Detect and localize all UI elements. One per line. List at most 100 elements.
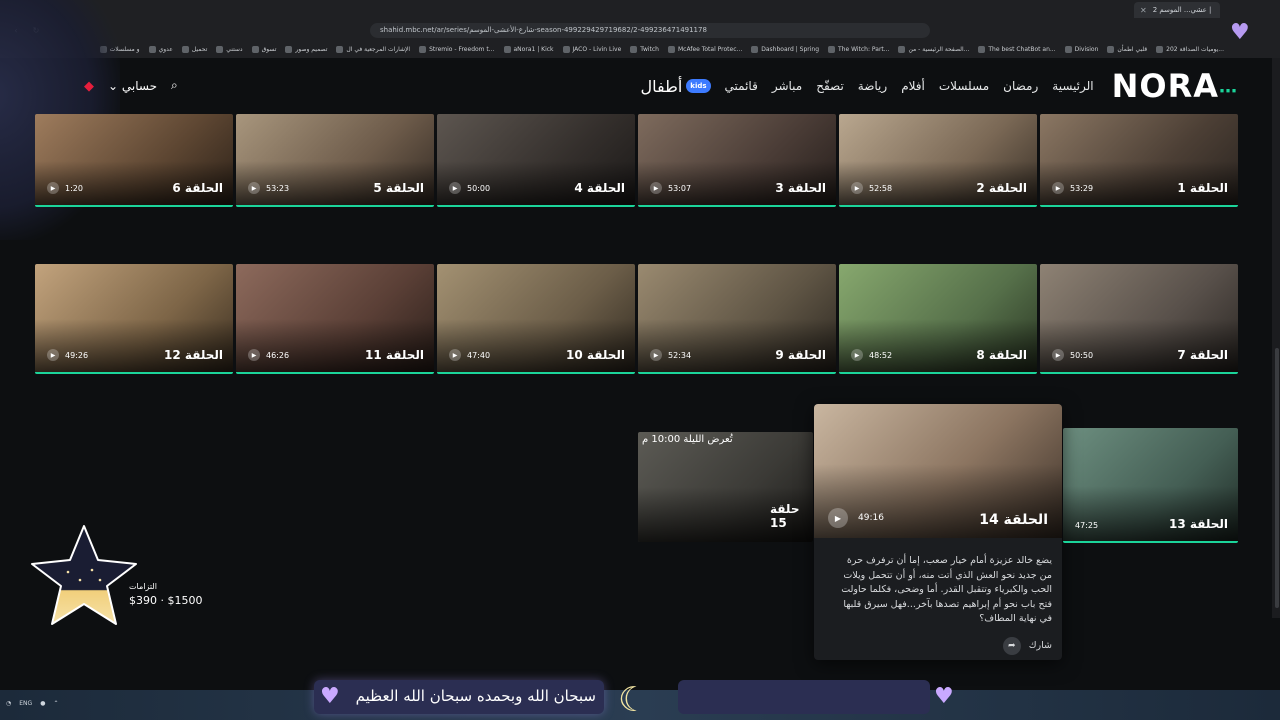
episode-duration: 47:25	[1075, 521, 1099, 530]
browser-tab[interactable]: ✕ عشي... الموسم 2 |	[1134, 2, 1220, 18]
episode-title: الحلقة 10	[566, 348, 625, 362]
address-bar[interactable]: shahid.mbc.net/ar/series/شارع-الأعشى-الم…	[370, 22, 930, 38]
bookmark-item[interactable]: الإشارات المرجعية في ال	[336, 45, 410, 53]
scrollbar-thumb[interactable]	[1275, 348, 1279, 608]
nav-item[interactable]: تصفّح	[816, 79, 844, 93]
star-widget	[28, 522, 140, 630]
play-icon[interactable]: ▶	[47, 182, 59, 194]
episode-thumbnail[interactable]: الحلقة 14 ▶ 49:16	[814, 404, 1062, 538]
play-icon[interactable]: ▶	[449, 349, 461, 361]
episode-card-15[interactable]: تُعرض الليلة 10:00 م حلقة 15	[638, 432, 813, 542]
episode-card[interactable]: الحلقة 6 ▶ 1:20	[35, 114, 233, 207]
bookmark-item[interactable]: Dashboard | Spring	[751, 45, 819, 53]
progress-bar	[1063, 541, 1238, 543]
episode-card[interactable]: الحلقة 12 ▶ 49:26	[35, 264, 233, 374]
episode-title: الحلقة 5	[373, 181, 424, 195]
episode-duration: ▶ 48:52	[851, 349, 892, 361]
episode-card[interactable]: الحلقة 4 ▶ 50:00	[437, 114, 635, 207]
episode-hover-card[interactable]: الحلقة 14 ▶ 49:16 يضع خالد عزيزة أمام خي…	[814, 404, 1062, 660]
play-icon[interactable]: ▶	[650, 349, 662, 361]
nav-item[interactable]: مسلسلات	[939, 79, 989, 93]
episode-card[interactable]: الحلقة 7 ▶ 50:50	[1040, 264, 1238, 374]
bookmark-item[interactable]: تصميم وصور	[285, 45, 327, 53]
share-icon: ➦	[1002, 636, 1021, 655]
play-icon[interactable]: ▶	[449, 182, 461, 194]
bookmark-item[interactable]: تحميل	[181, 45, 207, 53]
main-nav: الرئيسية رمضان مسلسلات أفلام رياضة تصفّح مباشر…	[725, 79, 1094, 93]
episode-card[interactable]: الحلقة 8 ▶ 48:52	[839, 264, 1037, 374]
bookmark-icon	[148, 45, 156, 53]
episode-description: يضع خالد عزيزة أمام خيار صعب، إما أن ترف…	[841, 555, 1052, 624]
play-icon[interactable]: ▶	[1052, 182, 1064, 194]
episode-duration: ▶ 53:07	[650, 182, 691, 194]
chevron-up-icon[interactable]: ⌃	[53, 700, 58, 707]
kids-label: أطفال	[640, 76, 683, 96]
bookmark-item[interactable]: عدوي	[148, 45, 173, 53]
play-icon[interactable]: ▶	[851, 182, 863, 194]
episode-card[interactable]: الحلقة 9 ▶ 52:34	[638, 264, 836, 374]
episode-duration: ▶ 49:26	[47, 349, 88, 361]
scrollbar[interactable]	[1272, 58, 1280, 618]
episode-card[interactable]: الحلقة 10 ▶ 47:40	[437, 264, 635, 374]
bookmark-item[interactable]: Stremio - Freedom t...	[419, 45, 495, 53]
nav-item[interactable]: رمضان	[1003, 79, 1038, 93]
bookmark-item[interactable]: يوميات الصداقة 202...	[1156, 45, 1224, 53]
language-indicator[interactable]: ENG	[19, 700, 32, 707]
bookmark-item[interactable]: The best ChatBot an...	[978, 45, 1056, 53]
play-icon[interactable]: ▶	[248, 349, 260, 361]
bookmark-icon	[1064, 45, 1072, 53]
account-menu[interactable]: حسابي ⌄	[108, 79, 157, 93]
episode-card[interactable]: الحلقة 3 ▶ 53:07	[638, 114, 836, 207]
bookmark-item[interactable]: قلبي اطمأن	[1107, 45, 1147, 53]
episode-card[interactable]: الحلقة 2 ▶ 52:58	[839, 114, 1037, 207]
bookmark-icon	[828, 45, 835, 53]
bookmark-item[interactable]: JACO - Livin Live	[562, 45, 621, 53]
moon-icon: ☾	[618, 680, 649, 720]
bookmark-item[interactable]: Twitch	[630, 45, 659, 53]
site-logo[interactable]: NORA⋯	[1112, 67, 1238, 105]
search-icon[interactable]: ⌕	[171, 78, 178, 93]
play-icon[interactable]: ▶	[828, 508, 848, 528]
heart-icon: ♥	[320, 684, 340, 709]
progress-bar	[1040, 372, 1238, 374]
close-tab-icon[interactable]: ✕	[1140, 6, 1147, 15]
bookmark-item[interactable]: تسوق	[251, 45, 276, 53]
play-icon[interactable]: ▶	[1052, 349, 1064, 361]
episode-title: الحلقة 6	[172, 181, 223, 195]
wifi-icon[interactable]: ◔	[6, 700, 11, 707]
episode-card-13[interactable]: الحلقة 13 47:25	[1063, 428, 1238, 543]
play-icon[interactable]: ▶	[650, 182, 662, 194]
bookmark-item[interactable]: McAfee Total Protec...	[667, 45, 742, 53]
bookmark-item[interactable]: Division	[1064, 45, 1098, 53]
play-icon[interactable]: ▶	[248, 182, 260, 194]
episode-duration: ▶ 52:34	[650, 349, 691, 361]
nav-item[interactable]: مباشر	[772, 79, 802, 93]
nav-item[interactable]: الرئيسية	[1052, 79, 1093, 93]
system-tray: ◔ ENG ● ⌃	[6, 700, 58, 707]
mic-icon[interactable]: ●	[40, 700, 45, 707]
banner-pill-right	[678, 680, 930, 714]
episode-card[interactable]: الحلقة 11 ▶ 46:26	[236, 264, 434, 374]
bookmark-icon	[181, 45, 189, 53]
nav-item[interactable]: أفلام	[901, 79, 925, 93]
episode-card[interactable]: الحلقة 5 ▶ 53:23	[236, 114, 434, 207]
nav-item[interactable]: رياضة	[858, 79, 887, 93]
episode-title: الحلقة 3	[775, 181, 826, 195]
bookmark-item[interactable]: دستني	[216, 45, 243, 53]
episode-duration: ▶ 1:20	[47, 182, 83, 194]
nav-item[interactable]: قائمتي	[725, 79, 758, 93]
bookmark-icon	[898, 45, 906, 53]
bookmark-icon	[1107, 45, 1115, 53]
bookmark-item[interactable]: aNora1 | Kick	[503, 45, 554, 53]
progress-bar	[1040, 205, 1238, 207]
bookmark-item[interactable]: The Witch: Part...	[828, 45, 889, 53]
bookmark-icon	[630, 45, 638, 53]
play-icon[interactable]: ▶	[47, 349, 59, 361]
pledge-tracker: التزامات $390 · $1500	[129, 582, 202, 607]
profile-icon[interactable]: ◆	[80, 79, 94, 94]
bookmark-item[interactable]: الصفحة الرئيسية - من...	[898, 45, 969, 53]
nav-item-kids[interactable]: kids أطفال	[641, 77, 711, 96]
episode-card[interactable]: الحلقة 1 ▶ 53:29	[1040, 114, 1238, 207]
share-button[interactable]: شارك ➦	[814, 627, 1062, 655]
play-icon[interactable]: ▶	[851, 349, 863, 361]
